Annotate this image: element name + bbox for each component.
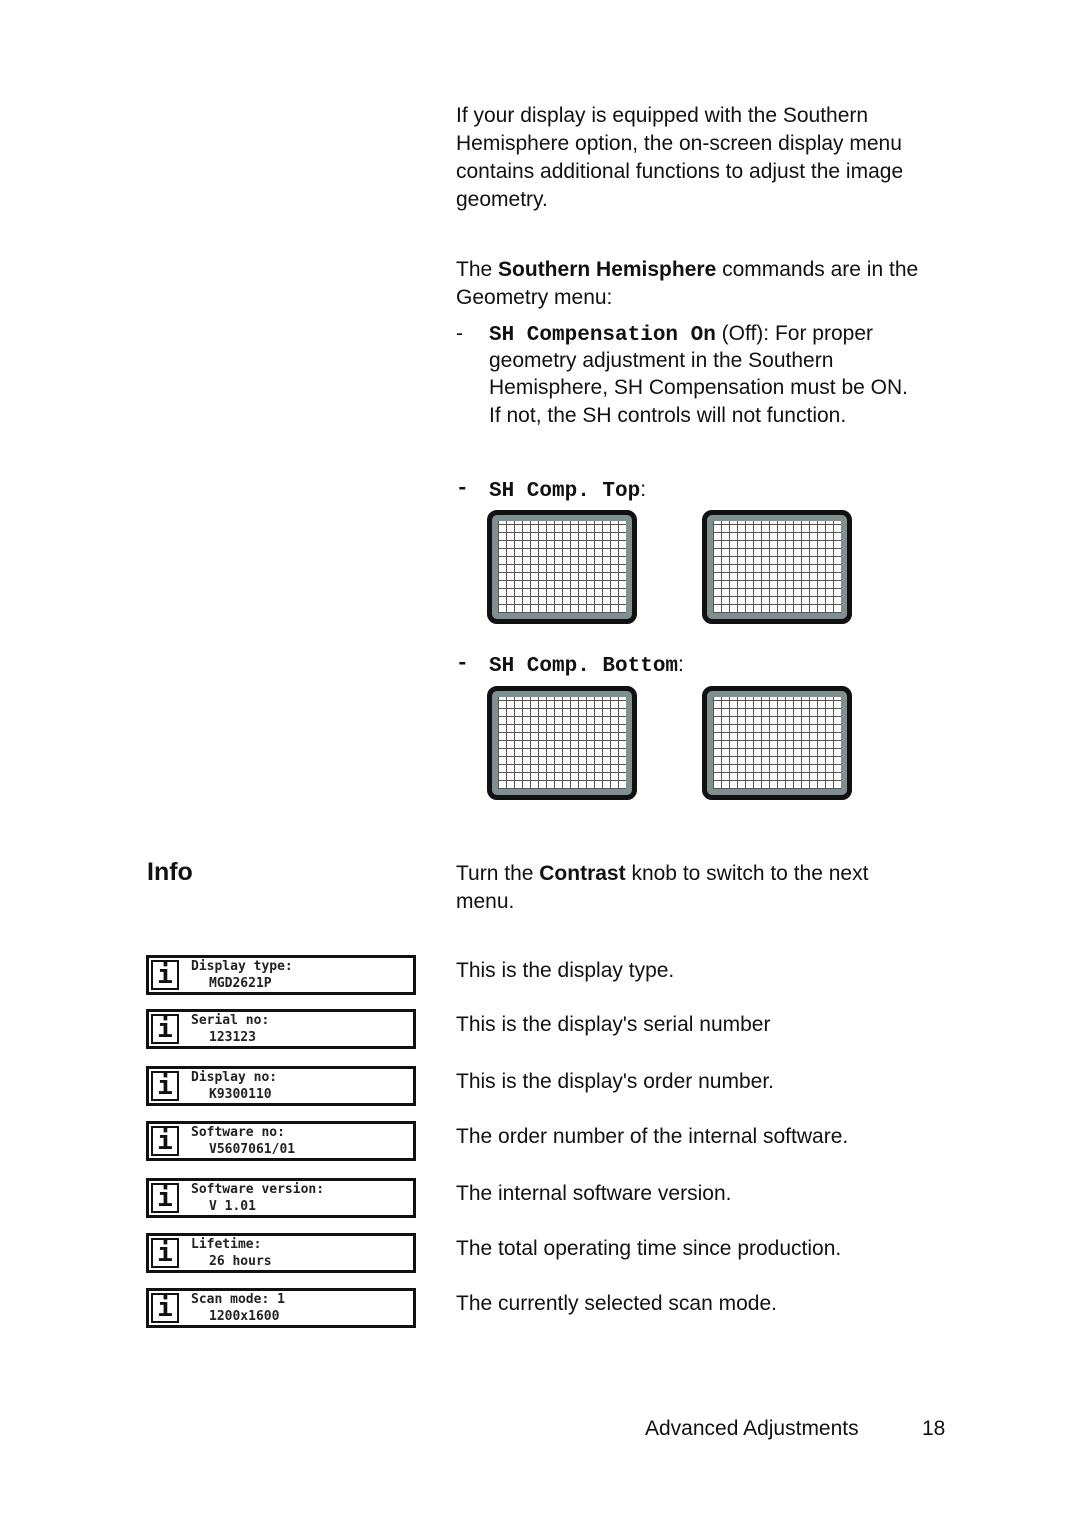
info-osd-panel: i Display no: K9300110 bbox=[146, 1066, 416, 1106]
osd-value: V5607061/01 bbox=[209, 1142, 296, 1157]
osd-value: MGD2621P bbox=[209, 976, 272, 991]
info-intro-line2: menu. bbox=[456, 890, 515, 913]
osd-label: Scan mode: 1 bbox=[191, 1292, 285, 1307]
sh-comp-bottom-item: SH Comp. Bottom: bbox=[489, 651, 969, 681]
intro-line: geometry. bbox=[456, 188, 548, 211]
osd-label: Lifetime: bbox=[191, 1237, 262, 1252]
section-heading-info: Info bbox=[147, 858, 193, 886]
info-icon: i bbox=[151, 1293, 179, 1323]
text: : bbox=[678, 653, 684, 676]
info-icon: i bbox=[151, 1014, 179, 1044]
osd-label: Display no: bbox=[191, 1070, 278, 1085]
commands-paragraph: The Southern Hemisphere commands are in … bbox=[456, 256, 986, 284]
intro-line: contains additional functions to adjust … bbox=[456, 160, 904, 183]
info-icon: i bbox=[151, 1183, 179, 1213]
info-osd-panel: i Serial no: 123123 bbox=[146, 1009, 416, 1049]
osd-label: Serial no: bbox=[191, 1013, 270, 1028]
command-code: SH Comp. Top bbox=[489, 480, 641, 503]
osd-label: Software no: bbox=[191, 1125, 285, 1140]
sh-compensation-item: SH Compensation On (Off): For proper bbox=[489, 320, 969, 350]
osd-label: Software version: bbox=[191, 1182, 325, 1197]
osd-value: 1200x1600 bbox=[209, 1309, 280, 1324]
info-icon: i bbox=[151, 1126, 179, 1156]
text: If not, the SH controls will not functio… bbox=[489, 404, 847, 427]
command-code: SH Compensation On bbox=[489, 324, 716, 347]
osd-value: K9300110 bbox=[209, 1087, 272, 1102]
osd-label: Display type: bbox=[191, 959, 293, 974]
intro-line: If your display is equipped with the Sou… bbox=[456, 104, 869, 127]
info-osd-panel: i Lifetime: 26 hours bbox=[146, 1233, 416, 1273]
bold-term: Contrast bbox=[539, 862, 626, 885]
info-icon: i bbox=[151, 1071, 179, 1101]
monitor-illustration-top-left bbox=[487, 510, 637, 624]
info-description: The currently selected scan mode. bbox=[456, 1292, 777, 1315]
info-description: This is the display's order number. bbox=[456, 1070, 774, 1093]
monitor-illustration-bottom-left bbox=[487, 686, 637, 800]
info-osd-panel: i Display type: MGD2621P bbox=[146, 955, 416, 995]
text: knob to switch to the next bbox=[625, 862, 869, 885]
intro-line: Hemisphere option, the on-screen display… bbox=[456, 132, 902, 155]
info-description: The internal software version. bbox=[456, 1182, 732, 1205]
sh-comp-top-item: SH Comp. Top: bbox=[489, 476, 969, 506]
text: commands are in the bbox=[716, 258, 919, 281]
info-description: The order number of the internal softwar… bbox=[456, 1125, 849, 1148]
bullet-dash: - bbox=[456, 322, 463, 345]
text: The bbox=[456, 258, 499, 281]
info-intro: Turn the Contrast knob to switch to the … bbox=[456, 860, 986, 888]
info-icon: i bbox=[151, 1238, 179, 1268]
info-osd-panel: i Software no: V5607061/01 bbox=[146, 1121, 416, 1161]
bullet-dash: - bbox=[456, 478, 469, 501]
osd-value: 26 hours bbox=[209, 1254, 272, 1269]
text: Hemisphere, SH Compensation must be ON. bbox=[489, 376, 909, 399]
info-osd-panel: i Scan mode: 1 1200x1600 bbox=[146, 1288, 416, 1328]
info-description: This is the display's serial number bbox=[456, 1013, 771, 1036]
info-icon: i bbox=[151, 960, 179, 990]
text: geometry adjustment in the Southern bbox=[489, 349, 834, 372]
commands-line2: Geometry menu: bbox=[456, 286, 613, 309]
text: Turn the bbox=[456, 862, 540, 885]
monitor-illustration-top-right bbox=[702, 510, 852, 624]
info-description: The total operating time since productio… bbox=[456, 1237, 842, 1260]
text: (Off): For proper bbox=[715, 322, 873, 345]
bold-term: Southern Hemisphere bbox=[498, 258, 717, 281]
osd-value: 123123 bbox=[209, 1030, 256, 1045]
bullet-dash: - bbox=[456, 653, 469, 676]
info-osd-panel: i Software version: V 1.01 bbox=[146, 1178, 416, 1218]
osd-value: V 1.01 bbox=[209, 1199, 256, 1214]
info-description: This is the display type. bbox=[456, 959, 675, 982]
footer-section-title: Advanced Adjustments bbox=[645, 1417, 859, 1440]
monitor-illustration-bottom-right bbox=[702, 686, 852, 800]
command-code: SH Comp. Bottom bbox=[489, 655, 679, 678]
page-number: 18 bbox=[922, 1417, 946, 1440]
text: : bbox=[640, 478, 647, 501]
